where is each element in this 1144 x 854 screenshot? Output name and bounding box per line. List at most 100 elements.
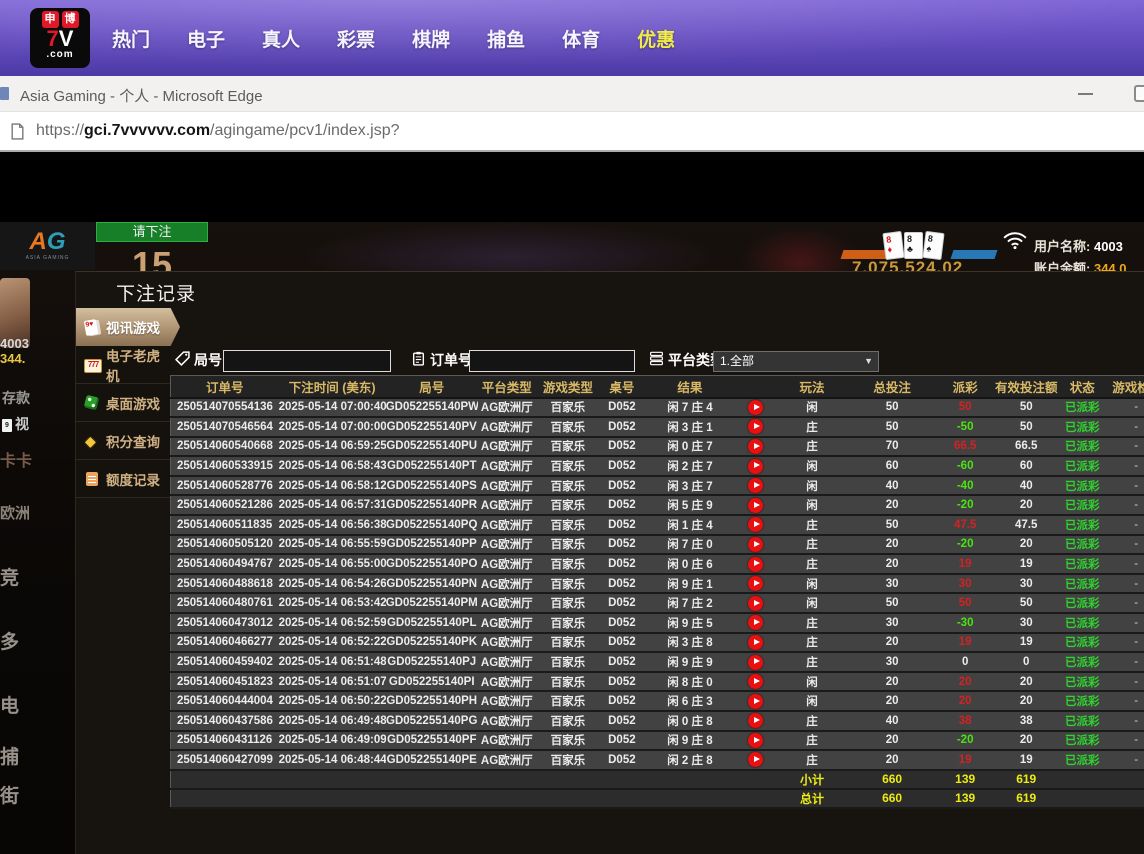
ag-logo: AG ASIA GAMING	[0, 222, 95, 270]
replay-video-icon[interactable]	[748, 537, 763, 552]
table-header-row: 订单号下注时间 (美东)局号平台类型游戏类型桌号结果玩法总投注派彩有效投注额状态…	[171, 376, 1144, 398]
background-text-fragment: 竞	[0, 563, 19, 590]
replay-video-icon[interactable]	[748, 439, 763, 454]
nav-menu: 热门 电子 真人 彩票 棋牌 捕鱼 体育 优惠	[112, 0, 675, 76]
subtotal-row: 小计660139619	[171, 770, 1144, 789]
column-header: 玩法	[776, 376, 848, 398]
replay-video-icon[interactable]	[748, 752, 763, 767]
sidebar-item-label: 额度记录	[106, 469, 160, 489]
column-header: 结果	[644, 376, 736, 398]
replay-video-icon[interactable]	[748, 674, 763, 689]
table-row: 2505140604886182025-05-14 06:54:26GD0522…	[171, 574, 1144, 594]
sidebar-item-积分查询[interactable]: 积分查询	[76, 422, 171, 460]
logo-com: .com	[46, 50, 73, 60]
address-bar[interactable]: https://gci.7vvvvvv.com/agingame/pcv1/in…	[0, 112, 1144, 152]
sidebar-item-电子老虎机[interactable]: 电子老虎机	[76, 346, 171, 384]
browser-titlebar: Asia Gaming - 个人 - Microsoft Edge	[0, 76, 1144, 112]
column-header: 平台类型	[478, 376, 536, 398]
replay-video-icon[interactable]	[748, 615, 763, 630]
table-row: 2505140604440042025-05-14 06:50:22GD0522…	[171, 691, 1144, 711]
table-row: 2505140605406682025-05-14 06:59:25GD0522…	[171, 437, 1144, 457]
table-row: 2505140605118352025-05-14 06:56:38GD0522…	[171, 515, 1144, 535]
maximize-button[interactable]	[1134, 85, 1144, 102]
background-text-fragment: 存款	[2, 388, 30, 408]
background-text-fragment: 卡卡	[0, 447, 32, 471]
replay-video-icon[interactable]	[748, 713, 763, 728]
table-row: 2505140705541362025-05-14 07:00:40GD0522…	[171, 398, 1144, 418]
sidebar-item-label: 视讯游戏	[106, 317, 160, 337]
site-logo[interactable]: 申 博 7V .com	[30, 8, 90, 68]
column-header: 游戏检验	[1106, 376, 1144, 398]
clipboard-icon	[411, 351, 426, 369]
replay-video-icon[interactable]	[748, 478, 763, 493]
sidebar-item-额度记录[interactable]: 额度记录	[76, 460, 171, 498]
table-row: 2505140604311262025-05-14 06:49:09GD0522…	[171, 731, 1144, 751]
replay-video-icon[interactable]	[748, 498, 763, 513]
modal-sidebar: 视讯游戏电子老虎机桌面游戏积分查询额度记录	[76, 308, 171, 498]
table-row: 2505140604807612025-05-14 06:53:42GD0522…	[171, 593, 1144, 613]
replay-video-icon[interactable]	[748, 557, 763, 572]
window-favicon	[0, 87, 9, 100]
screen: 申 博 7V .com 热门 电子 真人 彩票 棋牌 捕鱼 体育 优惠 Asia Gaming…	[0, 0, 1144, 854]
order-no-input[interactable]	[469, 350, 635, 372]
game-no-label-group: 局号	[175, 350, 222, 370]
column-header: 有效投注额	[994, 376, 1058, 398]
table-row: 2505140605051202025-05-14 06:55:59GD0522…	[171, 535, 1144, 555]
modal-title: 下注记录	[116, 279, 196, 306]
replay-video-icon[interactable]	[748, 419, 763, 434]
playing-card: 8♠	[922, 231, 944, 260]
dice-icon	[84, 395, 100, 411]
sidebar-item-桌面游戏[interactable]: 桌面游戏	[76, 384, 171, 422]
nav-item-彩票[interactable]: 彩票	[337, 25, 375, 52]
replay-video-icon[interactable]	[748, 733, 763, 748]
replay-video-icon[interactable]	[748, 459, 763, 474]
game-no-input[interactable]	[223, 350, 391, 372]
cards-icon	[84, 319, 100, 335]
column-header: 下注时间 (美东)	[279, 376, 386, 398]
replay-video-icon[interactable]	[748, 576, 763, 591]
replay-video-icon[interactable]	[748, 694, 763, 709]
table-row: 2505140604594022025-05-14 06:51:48GD0522…	[171, 652, 1144, 672]
table-row: 2505140605287762025-05-14 06:58:12GD0522…	[171, 476, 1144, 496]
nav-item-捕鱼[interactable]: 捕鱼	[487, 25, 525, 52]
background-text-fragment: 多	[0, 627, 19, 654]
document-icon	[84, 471, 100, 487]
background-text-fragment: 街	[0, 781, 19, 808]
replay-video-icon[interactable]	[748, 517, 763, 532]
table-row: 2505140604518232025-05-14 06:51:07GD0522…	[171, 672, 1144, 692]
nav-item-棋牌[interactable]: 棋牌	[412, 25, 450, 52]
url-text: https://gci.7vvvvvv.com/agingame/pcv1/in…	[36, 122, 400, 140]
nav-item-真人[interactable]: 真人	[262, 25, 300, 52]
column-header: 游戏类型	[536, 376, 600, 398]
platform-select[interactable]: 1.全部▼	[713, 351, 879, 372]
minimize-button[interactable]	[1078, 93, 1093, 95]
column-header: 状态	[1058, 376, 1106, 398]
sidebar-item-label: 桌面游戏	[106, 393, 160, 413]
table-body: 2505140705541362025-05-14 07:00:40GD0522…	[171, 398, 1144, 808]
table-row: 2505140604270992025-05-14 06:48:44GD0522…	[171, 750, 1144, 770]
sidebar-item-label: 积分查询	[106, 431, 160, 451]
playing-card: 8♦	[882, 231, 904, 260]
replay-video-icon[interactable]	[748, 596, 763, 611]
order-no-label-group: 订单号	[411, 350, 472, 370]
background-text-fragment: 欧洲	[0, 502, 30, 523]
chevron-down-icon: ▼	[864, 352, 873, 371]
nav-item-热门[interactable]: 热门	[112, 25, 150, 52]
card-icon: 9	[2, 419, 12, 432]
nav-item-优惠[interactable]: 优惠	[637, 25, 675, 52]
replay-video-icon[interactable]	[748, 400, 763, 415]
background-text-fragment: 电	[0, 691, 19, 718]
wifi-icon	[1002, 230, 1028, 255]
nav-item-电子[interactable]: 电子	[187, 25, 225, 52]
table-row: 2505140605339152025-05-14 06:58:43GD0522…	[171, 456, 1144, 476]
playing-card: 8♣	[904, 232, 923, 259]
grand-total-row: 总计660139619	[171, 789, 1144, 808]
replay-video-icon[interactable]	[748, 635, 763, 650]
bet-timer-label: 请下注	[96, 222, 208, 242]
sidebar-item-视讯游戏[interactable]: 视讯游戏	[76, 308, 180, 346]
logo-7v: 7V	[47, 28, 74, 50]
platform-list-icon	[649, 351, 664, 369]
replay-video-icon[interactable]	[748, 655, 763, 670]
nav-item-体育[interactable]: 体育	[562, 25, 600, 52]
table-row: 2505140605212862025-05-14 06:57:31GD0522…	[171, 495, 1144, 515]
